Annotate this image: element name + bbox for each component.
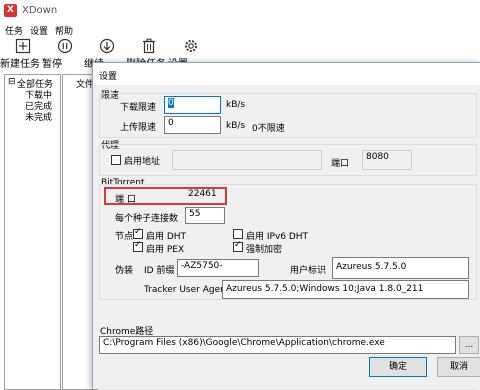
new-task-button[interactable]: 新建任务	[0, 38, 46, 72]
ipv6-dht-checkbox[interactable]	[233, 229, 243, 239]
spoof-label: 伪装	[115, 266, 134, 276]
download-icon	[99, 38, 115, 54]
dialog-title-bar: 设置	[93, 63, 480, 85]
proxy-port-label: 端口	[331, 159, 350, 169]
id-prefix-label: ID 前缀	[144, 266, 175, 276]
pex-checkbox[interactable]	[133, 240, 143, 252]
user-agent-label: 用户标识	[290, 266, 327, 276]
download-limit-value: 0	[168, 98, 174, 108]
new-task-label: 新建任务	[0, 59, 40, 70]
force-encryption-checkbox[interactable]	[233, 240, 243, 252]
proxy-address-input[interactable]	[172, 150, 322, 170]
browse-button[interactable]: ...	[459, 336, 479, 354]
upload-limit-input[interactable]: 0	[164, 116, 221, 134]
ipv6-dht-label: 启用 IPv6 DHT	[246, 232, 309, 242]
download-limit-unit: kB/s	[226, 100, 246, 110]
tracker-user-agent-label: Tracker User Agent	[144, 285, 230, 295]
pause-button[interactable]: 暂停	[42, 38, 88, 72]
cancel-button[interactable]: 取消	[437, 357, 480, 377]
chrome-path-input[interactable]: C:\Program Files (x86)\Google\Chrome\App…	[99, 336, 456, 354]
ok-button[interactable]: 确定	[369, 357, 427, 377]
upload-limit-unit: kB/s	[226, 121, 246, 131]
app-title: XDown	[22, 5, 58, 16]
bt-port-input[interactable]: 22461	[185, 188, 225, 203]
per-seed-label: 每个种子连接数	[115, 214, 179, 224]
proxy-enable-checkbox[interactable]	[111, 155, 121, 165]
download-limit-input[interactable]: 0	[164, 96, 221, 114]
nodes-label: 节点	[115, 232, 134, 242]
download-limit-label: 下载限速	[120, 103, 157, 113]
unlimited-note: 0不限速	[252, 124, 285, 134]
category-tree: ⊟ 全部任务 下载中 已完成 未完成	[4, 74, 61, 390]
app-logo-icon: X	[4, 4, 17, 17]
menu-help[interactable]: 帮助	[55, 24, 73, 37]
force-encryption-label: 强制加密	[246, 245, 283, 255]
dht-label: 启用 DHT	[146, 232, 187, 242]
tree-item-incomplete[interactable]: 未完成	[25, 110, 52, 123]
id-prefix-input[interactable]: -AZ5750-	[177, 259, 259, 277]
pause-icon	[57, 38, 73, 54]
tree-expander[interactable]: ⊟	[8, 77, 16, 87]
menu-bar: 任务 设置 帮助	[0, 22, 480, 38]
gear-icon	[185, 40, 197, 52]
proxy-port-input[interactable]: 8080	[362, 150, 412, 170]
dht-checkbox[interactable]	[133, 227, 143, 239]
pex-label: 启用 PEX	[146, 245, 185, 255]
user-agent-input[interactable]: Azureus 5.7.5.0	[332, 257, 469, 279]
dialog-title: 设置	[99, 72, 118, 82]
menu-settings[interactable]: 设置	[30, 24, 48, 37]
per-seed-input[interactable]: 55	[185, 207, 225, 224]
upload-limit-label: 上传限速	[120, 123, 157, 133]
title-bar: X XDown	[0, 0, 480, 22]
tracker-user-agent-input[interactable]: Azureus 5.7.5.0;Windows 10;Java 1.8.0_21…	[222, 280, 469, 299]
pause-label: 暂停	[42, 59, 62, 70]
proxy-enable-label: 启用地址	[124, 157, 161, 167]
menu-task[interactable]: 任务	[5, 24, 23, 37]
settings-dialog: 设置 限速 下载限速 0 kB/s 上传限速 0 kB/s 0不限速 代理 启用…	[92, 62, 480, 389]
plus-icon	[15, 38, 31, 54]
bt-port-label: 端 口	[115, 195, 136, 205]
trash-icon	[143, 38, 155, 54]
